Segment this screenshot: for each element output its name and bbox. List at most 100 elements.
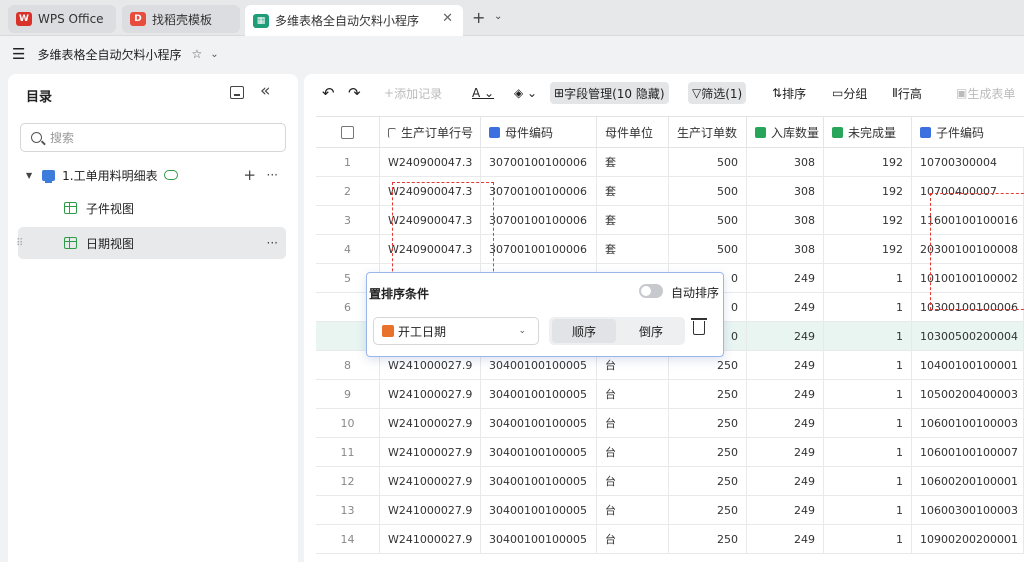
- table-cell-unit[interactable]: 台: [597, 525, 669, 553]
- table-cell-in[interactable]: 249: [747, 467, 824, 495]
- table-cell-idx[interactable]: 13: [316, 496, 380, 524]
- table-cell-in[interactable]: 249: [747, 438, 824, 466]
- table-cell-qty[interactable]: 250: [669, 380, 747, 408]
- table-cell-left[interactable]: 192: [824, 206, 912, 234]
- collapse-icon[interactable]: «: [260, 81, 270, 101]
- table-cell-in[interactable]: 249: [747, 322, 824, 350]
- field-manage-button[interactable]: ⊞ 字段管理(10 隐藏): [550, 82, 669, 104]
- table-row[interactable]: 11 W241000027.9 30400100100005 台 250 249 1 1060…: [316, 438, 1024, 467]
- table-cell-qty[interactable]: 250: [669, 467, 747, 495]
- table-cell-order[interactable]: W241000027.9: [380, 409, 481, 437]
- table-cell-unit[interactable]: 套: [597, 235, 669, 263]
- table-cell-qty[interactable]: 500: [669, 206, 747, 234]
- redo-icon[interactable]: ↷: [344, 82, 365, 104]
- table-row[interactable]: 14 W241000027.9 30400100100005 台 250 249 1 1090…: [316, 525, 1024, 554]
- table-cell-parent[interactable]: 30400100100005: [481, 525, 597, 553]
- add-record-button[interactable]: + 添加记录: [380, 82, 446, 104]
- table-cell-qty[interactable]: 500: [669, 235, 747, 263]
- table-cell-order[interactable]: W241000027.9: [380, 438, 481, 466]
- table-cell-child[interactable]: 10500200400003: [912, 380, 1024, 408]
- column-header[interactable]: 母件编码: [481, 117, 597, 148]
- table-cell-left[interactable]: 1: [824, 322, 912, 350]
- tab-active-sheet[interactable]: ▦ 多维表格全自动欠料小程序 ✕: [245, 5, 463, 36]
- table-cell-left[interactable]: 1: [824, 525, 912, 553]
- table-cell-in[interactable]: 249: [747, 380, 824, 408]
- table-cell-left[interactable]: 1: [824, 264, 912, 292]
- table-cell-idx[interactable]: 9: [316, 380, 380, 408]
- table-cell-parent[interactable]: 30700100100006: [481, 206, 597, 234]
- chevron-down-icon[interactable]: ⌄: [210, 49, 218, 60]
- table-cell-in[interactable]: 249: [747, 525, 824, 553]
- table-cell-in[interactable]: 308: [747, 206, 824, 234]
- table-cell-in[interactable]: 249: [747, 409, 824, 437]
- table-cell-child[interactable]: 10600100100007: [912, 438, 1024, 466]
- column-header[interactable]: 入库数量: [747, 117, 824, 148]
- table-cell-in[interactable]: 249: [747, 293, 824, 321]
- table-cell-qty[interactable]: 250: [669, 525, 747, 553]
- table-cell-idx[interactable]: 14: [316, 525, 380, 553]
- expand-icon[interactable]: ▼: [26, 171, 32, 180]
- table-cell-idx[interactable]: 12: [316, 467, 380, 495]
- table-row[interactable]: 13 W241000027.9 30400100100005 台 250 249 1 1060…: [316, 496, 1024, 525]
- search-input[interactable]: 搜索: [20, 123, 286, 152]
- sidebar-item-table[interactable]: ▼ 1.工单用料明细表 + ···: [18, 159, 286, 191]
- table-cell-unit[interactable]: 台: [597, 467, 669, 495]
- table-cell-child[interactable]: 10300500200004: [912, 322, 1024, 350]
- table-cell-left[interactable]: 1: [824, 351, 912, 379]
- table-cell-unit[interactable]: 台: [597, 380, 669, 408]
- table-cell-unit[interactable]: 台: [597, 438, 669, 466]
- sidebar-item-date-view[interactable]: ⠿ 日期视图 ···: [16, 227, 286, 259]
- table-cell-child[interactable]: 10600300100003: [912, 496, 1024, 524]
- table-cell-idx[interactable]: 3: [316, 206, 380, 234]
- ascending-option[interactable]: 顺序: [552, 319, 616, 343]
- undo-icon[interactable]: ↶: [318, 82, 339, 104]
- table-cell-in[interactable]: 308: [747, 148, 824, 176]
- table-cell-parent[interactable]: 30400100100005: [481, 380, 597, 408]
- table-cell-qty[interactable]: 250: [669, 496, 747, 524]
- column-header[interactable]: 子件编码: [912, 117, 1024, 148]
- table-cell-left[interactable]: 1: [824, 293, 912, 321]
- table-cell-left[interactable]: 1: [824, 496, 912, 524]
- chevron-down-icon[interactable]: ⌄: [494, 11, 502, 22]
- table-cell-order[interactable]: W241000027.9: [380, 496, 481, 524]
- descending-option[interactable]: 倒序: [619, 319, 683, 343]
- table-cell-idx[interactable]: 2: [316, 177, 380, 205]
- table-cell-parent[interactable]: 30400100100005: [481, 467, 597, 495]
- table-cell-child[interactable]: 10900200200001: [912, 525, 1024, 553]
- delete-icon[interactable]: [691, 318, 707, 335]
- table-cell-left[interactable]: 1: [824, 409, 912, 437]
- sort-field-select[interactable]: 开工日期 ⌄: [373, 317, 539, 345]
- table-cell-unit[interactable]: 套: [597, 177, 669, 205]
- menu-icon[interactable]: ☰: [12, 45, 25, 63]
- table-row[interactable]: 9 W241000027.9 30400100100005 台 250 249 1 10500…: [316, 380, 1024, 409]
- table-cell-in[interactable]: 249: [747, 351, 824, 379]
- table-cell-in[interactable]: 249: [747, 496, 824, 524]
- star-icon[interactable]: ☆: [191, 47, 202, 61]
- sort-button[interactable]: ⇅ 排序: [768, 82, 810, 104]
- table-cell-in[interactable]: 308: [747, 235, 824, 263]
- close-icon[interactable]: ✕: [442, 11, 453, 26]
- column-header[interactable]: 生产订单数: [669, 117, 747, 148]
- more-icon[interactable]: ···: [267, 236, 278, 250]
- table-cell-left[interactable]: 1: [824, 380, 912, 408]
- table-cell-in[interactable]: 308: [747, 177, 824, 205]
- table-cell-unit[interactable]: 台: [597, 496, 669, 524]
- table-cell-unit[interactable]: 套: [597, 206, 669, 234]
- table-cell-parent[interactable]: 30400100100005: [481, 409, 597, 437]
- table-cell-idx[interactable]: 10: [316, 409, 380, 437]
- table-cell-qty[interactable]: 250: [669, 438, 747, 466]
- new-tab-icon[interactable]: +: [472, 8, 485, 27]
- group-button[interactable]: ▭ 分组: [828, 82, 871, 104]
- tab-docer[interactable]: D 找稻壳模板: [122, 5, 240, 33]
- table-cell-qty[interactable]: 500: [669, 177, 747, 205]
- tab-wps-office[interactable]: W WPS Office: [8, 5, 116, 33]
- table-cell-qty[interactable]: 250: [669, 409, 747, 437]
- table-cell-order[interactable]: W241000027.9: [380, 380, 481, 408]
- generate-form-button[interactable]: ▣ 生成表单: [952, 82, 1019, 104]
- table-cell-child[interactable]: 10600100100003: [912, 409, 1024, 437]
- table-row[interactable]: 12 W241000027.9 30400100100005 台 250 249 1 1060…: [316, 467, 1024, 496]
- table-cell-child[interactable]: 10400100100001: [912, 351, 1024, 379]
- table-cell-left[interactable]: 192: [824, 177, 912, 205]
- filter-button[interactable]: ▽ 筛选(1): [688, 82, 747, 104]
- column-header[interactable]: 母件单位: [597, 117, 669, 148]
